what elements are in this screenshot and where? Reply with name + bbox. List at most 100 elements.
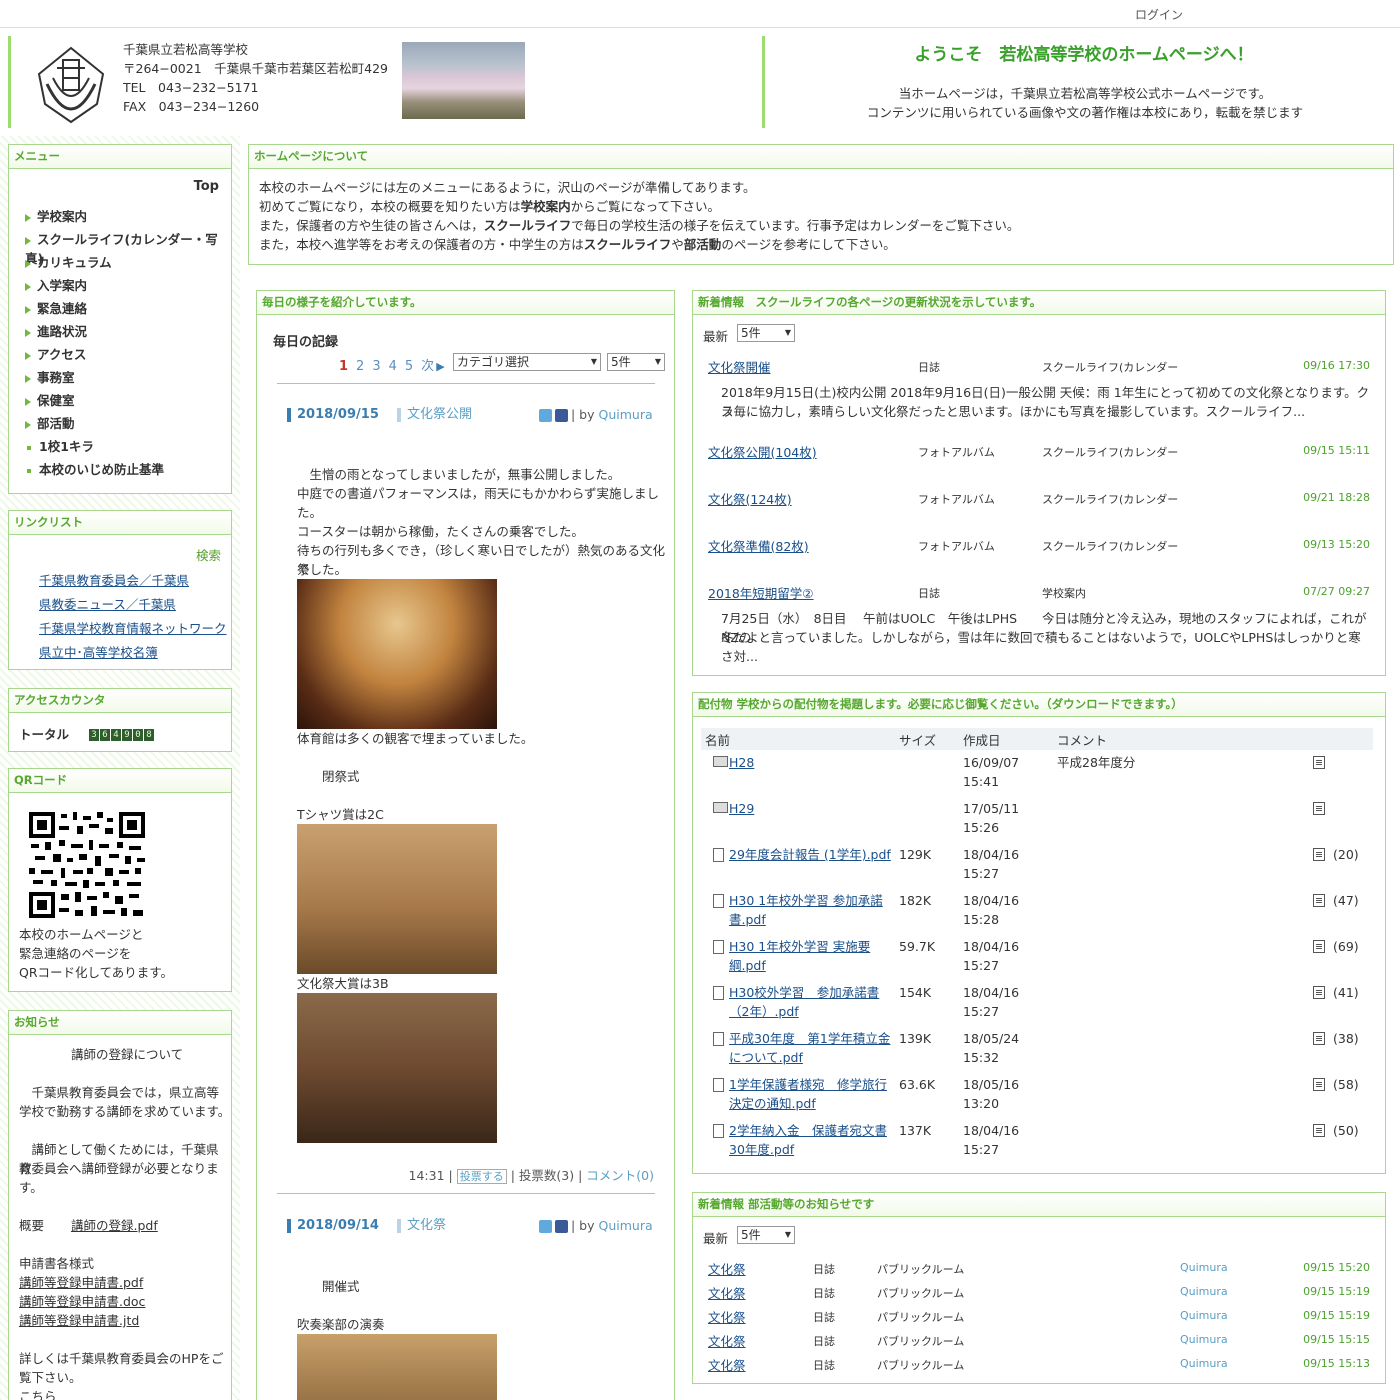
file-name-link[interactable]: H29: [729, 799, 754, 818]
menu-item[interactable]: 進路状況: [25, 321, 87, 340]
file-name-link[interactable]: H30校外学習 参加承諾書: [729, 983, 879, 1002]
menu-item[interactable]: 緊急連絡: [25, 298, 87, 317]
club-news-user[interactable]: Quimura: [1180, 1261, 1228, 1274]
diary-title: 毎日の様子を紹介しています。: [257, 291, 674, 315]
file-name-link[interactable]: について.pdf: [729, 1048, 803, 1067]
club-news-link[interactable]: 文化祭: [708, 1331, 746, 1350]
menu-item[interactable]: 1校1キラ: [25, 436, 94, 455]
menu-item[interactable]: アクセス: [25, 344, 86, 363]
file-name-link[interactable]: 30年度.pdf: [729, 1140, 794, 1159]
club-news-link[interactable]: 文化祭: [708, 1355, 746, 1374]
notice-detail-link[interactable]: こちら: [19, 1387, 57, 1400]
download-icon[interactable]: [1313, 1032, 1325, 1045]
club-news-user[interactable]: Quimura: [1180, 1309, 1228, 1322]
file-name-link[interactable]: H30 1年校外学習 参加承諾: [729, 891, 883, 910]
file-name-link[interactable]: 書.pdf: [729, 910, 766, 929]
link-search[interactable]: 検索: [196, 545, 221, 564]
file-name-link[interactable]: 1学年保護者様宛 修学旅行: [729, 1075, 887, 1094]
news-title-link[interactable]: 文化祭開催: [708, 357, 771, 376]
file-name-link[interactable]: H30 1年校外学習 実施要: [729, 937, 870, 956]
link-item[interactable]: 県立中･高等学校名簿: [39, 642, 158, 661]
news-title-link[interactable]: 文化祭公開(104枚): [708, 442, 817, 461]
club-news-user[interactable]: Quimura: [1180, 1357, 1228, 1370]
post-category-link[interactable]: 文化祭公開: [397, 408, 472, 422]
twitter-icon[interactable]: [539, 1220, 552, 1233]
download-icon[interactable]: [1313, 756, 1325, 769]
download-icon[interactable]: [1313, 802, 1325, 815]
news-count-select[interactable]: 5件: [737, 324, 795, 342]
login-link[interactable]: ログイン: [1135, 6, 1183, 23]
club-news-link[interactable]: 文化祭: [708, 1307, 746, 1326]
menu-top-link[interactable]: Top: [194, 179, 219, 194]
category-select[interactable]: カテゴリ選択: [453, 353, 601, 371]
file-name-link[interactable]: 2学年納入金 保護者宛文書: [729, 1121, 887, 1140]
club-news-user[interactable]: Quimura: [1180, 1333, 1228, 1346]
file-name-link[interactable]: 綱.pdf: [729, 956, 766, 975]
menu-item[interactable]: 保健室: [25, 390, 75, 409]
download-icon[interactable]: [1313, 1078, 1325, 1091]
menu-item[interactable]: 学校案内: [25, 206, 87, 225]
menu-item[interactable]: 本校のいじめ防止基準: [25, 459, 164, 478]
menu-item[interactable]: 事務室: [25, 367, 75, 386]
school-address: 〒264−0021 千葉県千葉市若葉区若松町429: [123, 61, 389, 76]
col-date[interactable]: 作成日: [963, 730, 1001, 749]
col-name[interactable]: 名前: [705, 730, 730, 749]
download-icon[interactable]: [1313, 1124, 1325, 1137]
club-news-link[interactable]: 文化祭: [708, 1259, 746, 1278]
file-name-link[interactable]: 平成30年度 第1学年積立金: [729, 1029, 890, 1048]
post-category-link[interactable]: 文化祭: [397, 1219, 446, 1233]
download-icon[interactable]: [1313, 894, 1325, 907]
files-box: 配付物 学校からの配付物を掲題します。必要に応じ御覧ください。（ダウンロードでき…: [692, 692, 1386, 1174]
link-item[interactable]: 千葉県学校教育情報ネットワーク: [39, 618, 227, 637]
post-text-line: コースターは朝から稼働，たくさんの乗客でした。: [297, 524, 584, 539]
download-icon[interactable]: [1313, 940, 1325, 953]
col-comment[interactable]: コメント: [1057, 730, 1107, 749]
news-type: フォトアルバム: [918, 540, 995, 553]
page-link[interactable]: 4: [389, 359, 397, 374]
club-news-user[interactable]: Quimura: [1180, 1285, 1228, 1298]
news-title-link[interactable]: 文化祭(124枚): [708, 489, 792, 508]
page-next-link[interactable]: 次: [421, 359, 434, 374]
file-name-link[interactable]: H28: [729, 753, 754, 772]
notice-form-link[interactable]: 講師等登録申請書.doc: [19, 1292, 145, 1311]
post-text-line: 待ちの行列も多くでき，（珍しく寒い日でしたが）熱気のある文化祭: [297, 543, 666, 577]
menu-item[interactable]: 入学案内: [25, 275, 87, 294]
twitter-icon[interactable]: [539, 409, 552, 422]
link-item[interactable]: 千葉県教育委員会／千葉県: [39, 570, 189, 589]
download-icon[interactable]: [1313, 986, 1325, 999]
notice-summary-link[interactable]: 講師の登録.pdf: [71, 1216, 158, 1235]
facebook-icon[interactable]: [555, 1220, 568, 1233]
arrow-right-icon: [25, 351, 31, 360]
file-name-link[interactable]: （2年）.pdf: [729, 1002, 799, 1021]
file-name-link[interactable]: 29年度会計報告 (1学年).pdf: [729, 845, 891, 864]
news-date: 09/13 15:20: [1303, 538, 1370, 551]
about-line: また，保護者の方や生徒の皆さんへは，スクールライフで毎日の学校生活の様子を伝えて…: [259, 216, 1019, 235]
counter-digit: 8: [144, 729, 154, 741]
vote-button[interactable]: 投票する: [456, 1169, 507, 1184]
menu-item[interactable]: 部活動: [25, 413, 75, 432]
club-count-select[interactable]: 5件: [737, 1226, 795, 1244]
club-news-link[interactable]: 文化祭: [708, 1283, 746, 1302]
page-link[interactable]: 2: [356, 359, 364, 374]
col-size[interactable]: サイズ: [899, 730, 936, 749]
notice-form-link[interactable]: 講師等登録申請書.jtd: [19, 1311, 139, 1330]
news-title-link[interactable]: 2018年短期留学②: [708, 583, 814, 602]
facebook-icon[interactable]: [555, 409, 568, 422]
next-arrow-icon[interactable]: ▶: [436, 360, 444, 373]
notice-form-link[interactable]: 講師等登録申請書.pdf: [19, 1273, 143, 1292]
diary-count-select[interactable]: 5件: [607, 353, 665, 371]
page-link[interactable]: 5: [405, 359, 413, 374]
post-author[interactable]: Quimura: [599, 407, 653, 422]
file-name-link[interactable]: 決定の通知.pdf: [729, 1094, 816, 1113]
welcome-note: 当ホームページは，千葉県立若松高等学校公式ホームページです。 コンテンツに用いら…: [785, 84, 1385, 122]
download-icon[interactable]: [1313, 848, 1325, 861]
comments-link[interactable]: コメント(0): [586, 1168, 654, 1183]
page-link-current[interactable]: 1: [339, 359, 348, 374]
news-title-link[interactable]: 文化祭準備(82枚): [708, 536, 809, 555]
link-item[interactable]: 県教委ニュース／千葉県: [39, 594, 176, 613]
menu-item[interactable]: カリキュラム: [25, 252, 112, 271]
page-link[interactable]: 3: [372, 359, 380, 374]
post-author[interactable]: Quimura: [599, 1218, 653, 1233]
qr-code-icon: [29, 812, 145, 918]
welcome-note-line: 当ホームページは，千葉県立若松高等学校公式ホームページです。: [898, 86, 1272, 101]
